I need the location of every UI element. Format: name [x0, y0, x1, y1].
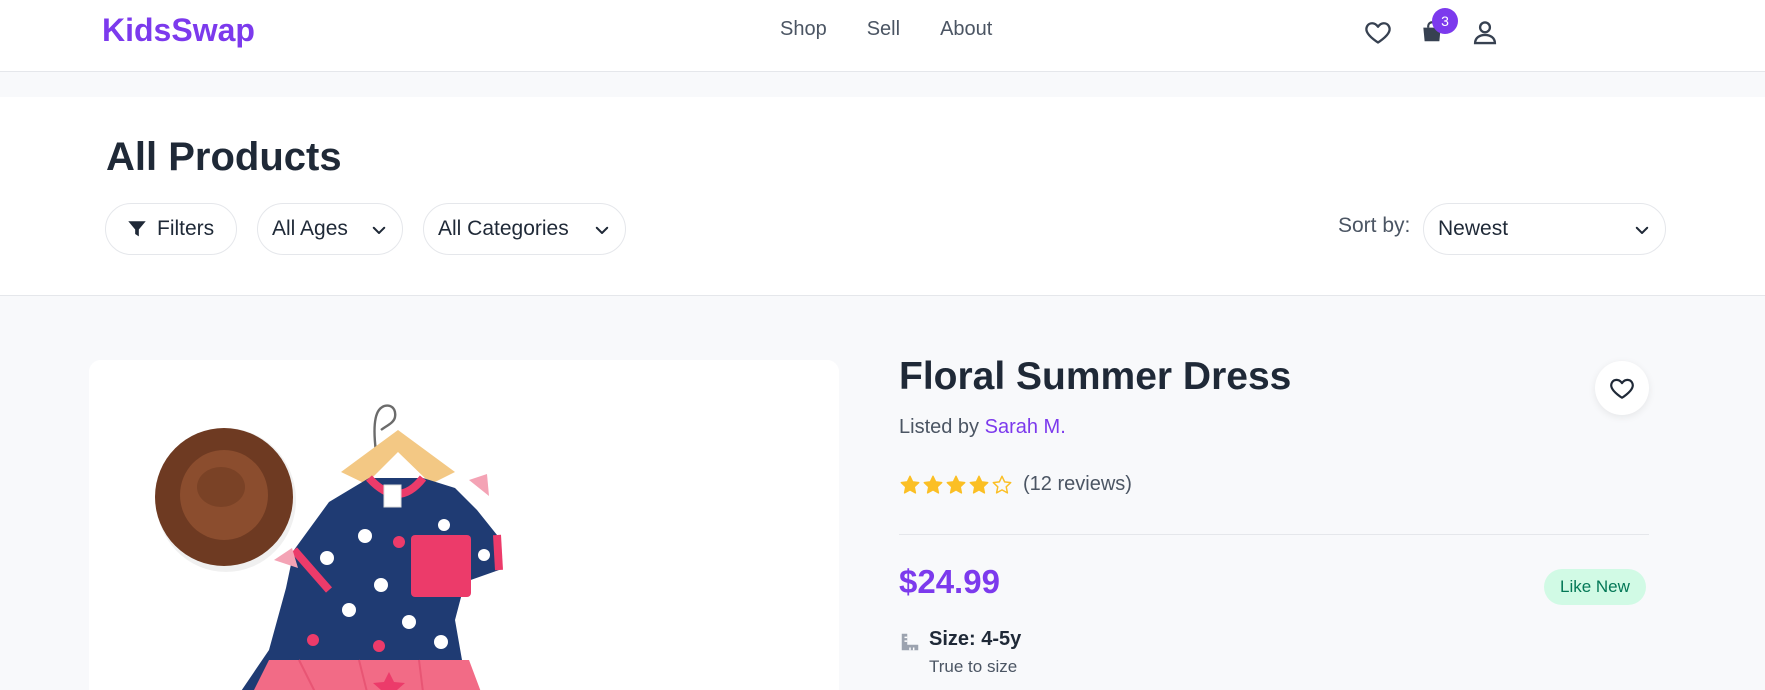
- category-filter-select[interactable]: All Categories: [423, 203, 626, 255]
- ruler-icon: [901, 633, 919, 651]
- brand-logo[interactable]: KidsSwap: [102, 12, 255, 49]
- chevron-down-icon: [595, 226, 609, 234]
- funnel-icon: [128, 221, 146, 237]
- nav-link-shop[interactable]: Shop: [780, 18, 827, 41]
- category-filter-value: All Categories: [438, 217, 569, 240]
- nav-link-sell[interactable]: Sell: [867, 18, 900, 41]
- chevron-down-icon: [1635, 226, 1649, 234]
- age-filter-value: All Ages: [272, 217, 348, 240]
- sort-select[interactable]: Newest: [1423, 203, 1666, 255]
- size-label: Size: 4-5y: [929, 628, 1022, 650]
- cart-button[interactable]: 3: [1414, 8, 1458, 50]
- dress-photo: [89, 360, 839, 690]
- filters-button[interactable]: Filters: [105, 203, 237, 255]
- sort-value: Newest: [1438, 217, 1509, 240]
- star-filled-icon: [923, 475, 943, 494]
- heart-icon: [1365, 22, 1391, 44]
- product-image[interactable]: [89, 360, 839, 690]
- nav-link-about[interactable]: About: [940, 18, 992, 41]
- product-price: $24.99: [899, 563, 1000, 600]
- age-filter-select[interactable]: All Ages: [257, 203, 403, 255]
- chevron-down-icon: [372, 226, 386, 234]
- star-rating: [899, 474, 1013, 496]
- listed-by-prefix: Listed by: [899, 416, 980, 438]
- product-title: Floral Summer Dress: [899, 355, 1292, 398]
- condition-badge: Like New: [1544, 569, 1646, 605]
- listed-by: Listed by Sarah M.: [899, 416, 1066, 439]
- cart-count-badge: 3: [1432, 8, 1458, 34]
- user-icon: [1473, 21, 1497, 45]
- top-nav: KidsSwap Shop Sell About 3: [0, 0, 1765, 72]
- star-filled-icon: [900, 475, 920, 494]
- sort-label: Sort by:: [1338, 214, 1411, 237]
- review-count[interactable]: (12 reviews): [1023, 473, 1132, 496]
- favorite-button[interactable]: [1595, 361, 1649, 415]
- page-title: All Products: [106, 135, 342, 179]
- products-header: All Products Filters All Ages All Catego…: [0, 97, 1765, 296]
- account-button[interactable]: [1467, 14, 1503, 50]
- product-rating: (12 reviews): [899, 473, 1132, 496]
- star-filled-icon: [969, 475, 989, 494]
- star-empty-icon: [992, 475, 1012, 494]
- divider: [899, 534, 1649, 535]
- size-info: Size: 4-5y True to size: [899, 628, 1021, 677]
- star-filled-icon: [946, 475, 966, 494]
- seller-link[interactable]: Sarah M.: [985, 416, 1066, 438]
- main-nav: Shop Sell About: [780, 18, 992, 41]
- wishlist-button[interactable]: [1360, 14, 1396, 50]
- filters-label: Filters: [157, 217, 215, 240]
- size-note: True to size: [929, 657, 1018, 676]
- heart-icon: [1610, 378, 1634, 399]
